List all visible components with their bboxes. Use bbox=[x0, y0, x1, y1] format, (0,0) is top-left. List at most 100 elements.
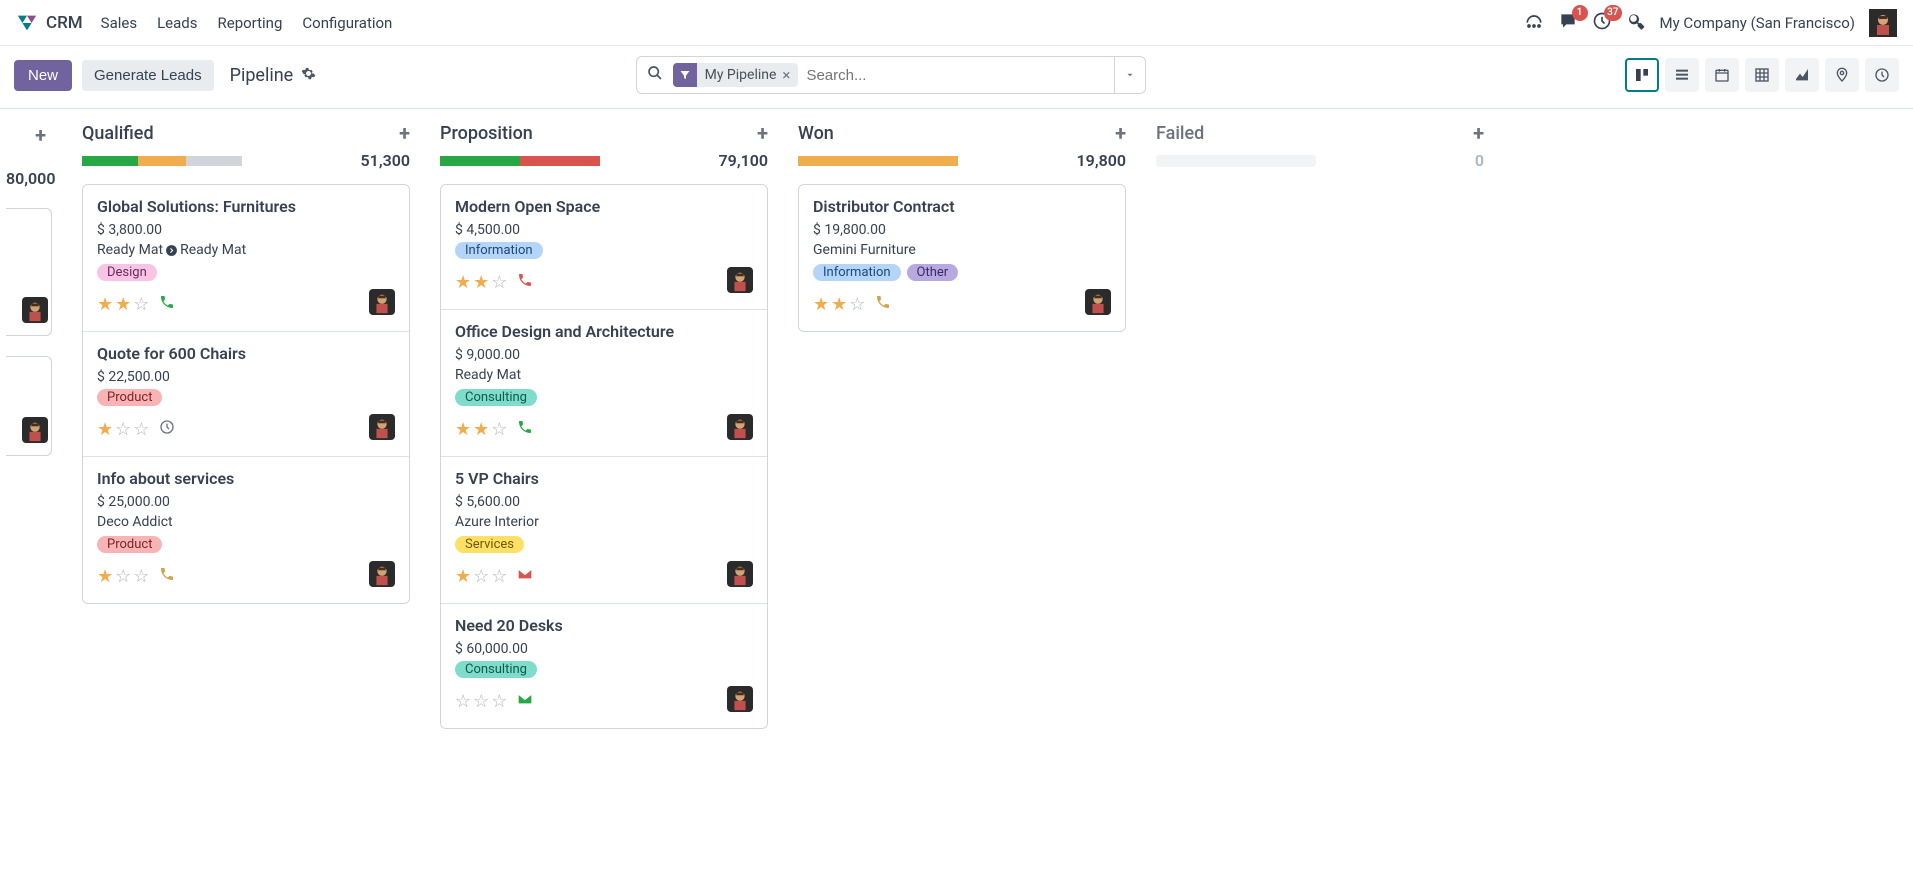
activity-phone-icon[interactable] bbox=[159, 294, 175, 314]
nav-link-leads[interactable]: Leads bbox=[157, 14, 197, 32]
list-view-button[interactable] bbox=[1665, 58, 1699, 92]
assignee-avatar[interactable] bbox=[727, 686, 753, 716]
tag[interactable]: Services bbox=[455, 536, 524, 553]
priority-star[interactable]: ★ bbox=[473, 272, 489, 293]
voip-icon[interactable] bbox=[1524, 11, 1544, 35]
priority-star[interactable]: ☆ bbox=[491, 566, 507, 587]
assignee-avatar[interactable] bbox=[369, 289, 395, 319]
pivot-view-button[interactable] bbox=[1745, 58, 1779, 92]
assignee-avatar[interactable] bbox=[727, 267, 753, 297]
graph-view-button[interactable] bbox=[1785, 58, 1819, 92]
priority-star[interactable]: ☆ bbox=[115, 566, 131, 587]
external-link-icon[interactable] bbox=[165, 244, 178, 257]
messages-icon[interactable]: 1 bbox=[1558, 11, 1578, 35]
kanban-card[interactable]: 5 VP Chairs $ 5,600.00 Azure Interior Se… bbox=[441, 457, 767, 604]
assignee-avatar[interactable] bbox=[1085, 289, 1111, 319]
column-title[interactable]: Proposition bbox=[440, 123, 533, 144]
priority-star[interactable]: ★ bbox=[115, 294, 131, 315]
kanban-card[interactable]: Global Solutions: Furnitures $ 3,800.00 … bbox=[83, 185, 409, 332]
search-input[interactable] bbox=[798, 67, 1113, 84]
card-fragment[interactable] bbox=[6, 208, 52, 336]
priority-star[interactable]: ★ bbox=[97, 566, 113, 587]
kanban-view-button[interactable] bbox=[1625, 58, 1659, 92]
activity-phone-icon[interactable] bbox=[517, 272, 533, 292]
tag[interactable]: Information bbox=[813, 264, 901, 281]
kanban-card[interactable]: Info about services $ 25,000.00 Deco Add… bbox=[83, 457, 409, 603]
assignee-avatar[interactable] bbox=[727, 561, 753, 591]
activity-phone-icon[interactable] bbox=[517, 419, 533, 439]
progress-bar[interactable] bbox=[440, 156, 600, 166]
priority-star[interactable]: ★ bbox=[455, 419, 471, 440]
assignee-avatar[interactable] bbox=[369, 414, 395, 444]
calendar-view-button[interactable] bbox=[1705, 58, 1739, 92]
nav-link-sales[interactable]: Sales bbox=[101, 14, 137, 32]
new-button[interactable]: New bbox=[14, 60, 72, 91]
filter-icon[interactable] bbox=[673, 63, 697, 87]
filter-chip-close-icon[interactable]: × bbox=[782, 66, 790, 84]
priority-star[interactable]: ☆ bbox=[491, 272, 507, 293]
kanban-card[interactable]: Modern Open Space $ 4,500.00 Information… bbox=[441, 185, 767, 310]
tag[interactable]: Information bbox=[455, 242, 543, 259]
priority-star[interactable]: ★ bbox=[97, 419, 113, 440]
priority-star[interactable]: ★ bbox=[97, 294, 113, 315]
kanban-card[interactable]: Distributor Contract $ 19,800.00 Gemini … bbox=[799, 185, 1125, 331]
priority-star[interactable]: ☆ bbox=[473, 566, 489, 587]
priority-star[interactable]: ☆ bbox=[133, 294, 149, 315]
priority-star[interactable]: ☆ bbox=[115, 419, 131, 440]
gear-icon[interactable] bbox=[301, 65, 316, 86]
activity-clock-icon[interactable] bbox=[159, 419, 175, 439]
tag[interactable]: Design bbox=[97, 264, 157, 281]
activity-view-button[interactable] bbox=[1865, 58, 1899, 92]
tag[interactable]: Product bbox=[97, 389, 162, 406]
priority-star[interactable]: ★ bbox=[473, 419, 489, 440]
activity-mail-icon[interactable] bbox=[517, 691, 533, 711]
assignee-avatar[interactable] bbox=[727, 414, 753, 444]
add-card-icon[interactable]: + bbox=[1473, 121, 1484, 145]
activity-phone-icon[interactable] bbox=[159, 566, 175, 586]
company-selector[interactable]: My Company (San Francisco) bbox=[1660, 14, 1855, 32]
priority-star[interactable]: ★ bbox=[813, 294, 829, 315]
assignee-avatar[interactable] bbox=[369, 561, 395, 591]
column-title[interactable]: Qualified bbox=[82, 123, 154, 144]
activity-phone-icon[interactable] bbox=[875, 294, 891, 314]
search-options-caret-icon[interactable] bbox=[1114, 57, 1145, 93]
activity-mail-icon[interactable] bbox=[517, 566, 533, 586]
priority-star[interactable]: ☆ bbox=[491, 419, 507, 440]
card-fragment[interactable] bbox=[6, 356, 52, 456]
nav-link-reporting[interactable]: Reporting bbox=[218, 14, 283, 32]
kanban-card[interactable]: Need 20 Desks $ 60,000.00 Consulting ☆☆☆ bbox=[441, 604, 767, 728]
priority-star[interactable]: ☆ bbox=[491, 691, 507, 712]
activities-icon[interactable]: 37 bbox=[1592, 11, 1612, 35]
tag[interactable]: Consulting bbox=[455, 661, 537, 678]
tag[interactable]: Product bbox=[97, 536, 162, 553]
column-title[interactable]: Failed bbox=[1156, 123, 1204, 144]
progress-bar[interactable] bbox=[798, 156, 958, 166]
progress-bar[interactable] bbox=[82, 156, 242, 166]
kanban-card[interactable]: Office Design and Architecture $ 9,000.0… bbox=[441, 310, 767, 457]
add-card-icon[interactable]: + bbox=[6, 123, 52, 147]
add-card-icon[interactable]: + bbox=[1115, 121, 1126, 145]
assignee-avatar[interactable] bbox=[22, 297, 48, 327]
search-icon[interactable] bbox=[637, 65, 673, 85]
kanban-card[interactable]: Quote for 600 Chairs $ 22,500.00 Product… bbox=[83, 332, 409, 457]
nav-link-configuration[interactable]: Configuration bbox=[302, 14, 392, 32]
add-card-icon[interactable]: + bbox=[757, 121, 768, 145]
priority-star[interactable]: ★ bbox=[455, 566, 471, 587]
assignee-avatar[interactable] bbox=[22, 417, 48, 447]
priority-star[interactable]: ☆ bbox=[455, 691, 471, 712]
priority-star[interactable]: ☆ bbox=[133, 419, 149, 440]
generate-leads-button[interactable]: Generate Leads bbox=[82, 60, 214, 91]
app-title[interactable]: CRM bbox=[46, 13, 83, 33]
priority-star[interactable]: ★ bbox=[455, 272, 471, 293]
priority-star[interactable]: ☆ bbox=[849, 294, 865, 315]
debug-icon[interactable] bbox=[1626, 11, 1646, 35]
priority-star[interactable]: ☆ bbox=[133, 566, 149, 587]
map-view-button[interactable] bbox=[1825, 58, 1859, 92]
user-avatar[interactable] bbox=[1869, 9, 1897, 37]
add-card-icon[interactable]: + bbox=[399, 121, 410, 145]
priority-star[interactable]: ☆ bbox=[473, 691, 489, 712]
priority-star[interactable]: ★ bbox=[831, 294, 847, 315]
column-title[interactable]: Won bbox=[798, 123, 834, 144]
tag[interactable]: Consulting bbox=[455, 389, 537, 406]
tag[interactable]: Other bbox=[907, 264, 959, 281]
